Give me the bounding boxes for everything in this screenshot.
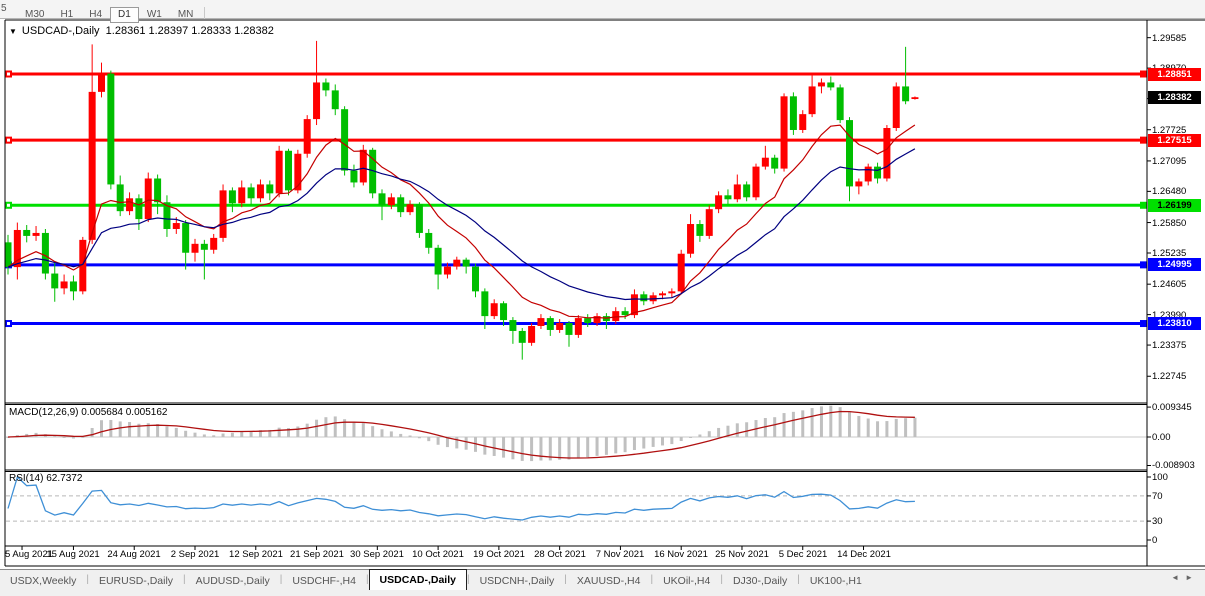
timeframe-button-h4[interactable]: H4 [81,7,110,23]
collapse-triangle-icon[interactable]: ▼ [9,27,17,36]
tab-usdcad-daily[interactable]: USDCAD-,Daily [369,569,467,590]
tab-xauusd-h4[interactable]: XAUUSD-,H4 [567,571,651,591]
toolbar-separator [204,7,205,19]
tab-scroll-left-icon[interactable]: ◄ [1171,573,1185,582]
chart-tab-bar: USDX,Weekly|EURUSD-,Daily|AUDUSD-,Daily|… [0,569,1205,591]
timeframe-button-m30[interactable]: M30 [17,7,52,23]
timeframe-button-d1[interactable]: D1 [110,7,139,23]
tab-audusd-daily[interactable]: AUDUSD-,Daily [186,571,280,591]
timeframe-button-w1[interactable]: W1 [139,7,170,23]
tab-scroll-arrows[interactable]: ◄► [1171,573,1199,582]
tab-eurusd-daily[interactable]: EURUSD-,Daily [89,571,183,591]
mt4-window: 5M30H1H4D1W1MN ▼ USDCAD-,Daily 1.28361 1.… [0,0,1205,596]
tab-ukoil-h4[interactable]: UKOil-,H4 [653,571,720,591]
tab-usdcnh-daily[interactable]: USDCNH-,Daily [470,571,565,591]
chart-title: ▼ USDCAD-,Daily 1.28361 1.28397 1.28333 1… [9,25,274,37]
timeframe-button-5[interactable]: 5 [0,1,17,17]
timeframe-button-h1[interactable]: H1 [52,7,81,23]
macd-indicator-label: MACD(12,26,9) 0.005684 0.005162 [9,407,167,418]
tab-usdx-weekly[interactable]: USDX,Weekly [0,571,86,591]
chart-ohlc-values: 1.28361 1.28397 1.28333 1.28382 [106,25,274,37]
tab-scroll-right-icon[interactable]: ► [1185,573,1199,582]
chart-canvas[interactable] [0,0,1205,596]
chart-symbol-label: USDCAD-,Daily [22,25,100,37]
tab-uk100-h1[interactable]: UK100-,H1 [800,571,872,591]
tab-usdchf-h4[interactable]: USDCHF-,H4 [282,571,366,591]
tab-dj30-daily[interactable]: DJ30-,Daily [723,571,797,591]
rsi-indicator-label: RSI(14) 62.7372 [9,473,82,484]
timeframe-toolbar: 5M30H1H4D1W1MN [0,0,1205,19]
timeframe-button-mn[interactable]: MN [170,7,202,23]
